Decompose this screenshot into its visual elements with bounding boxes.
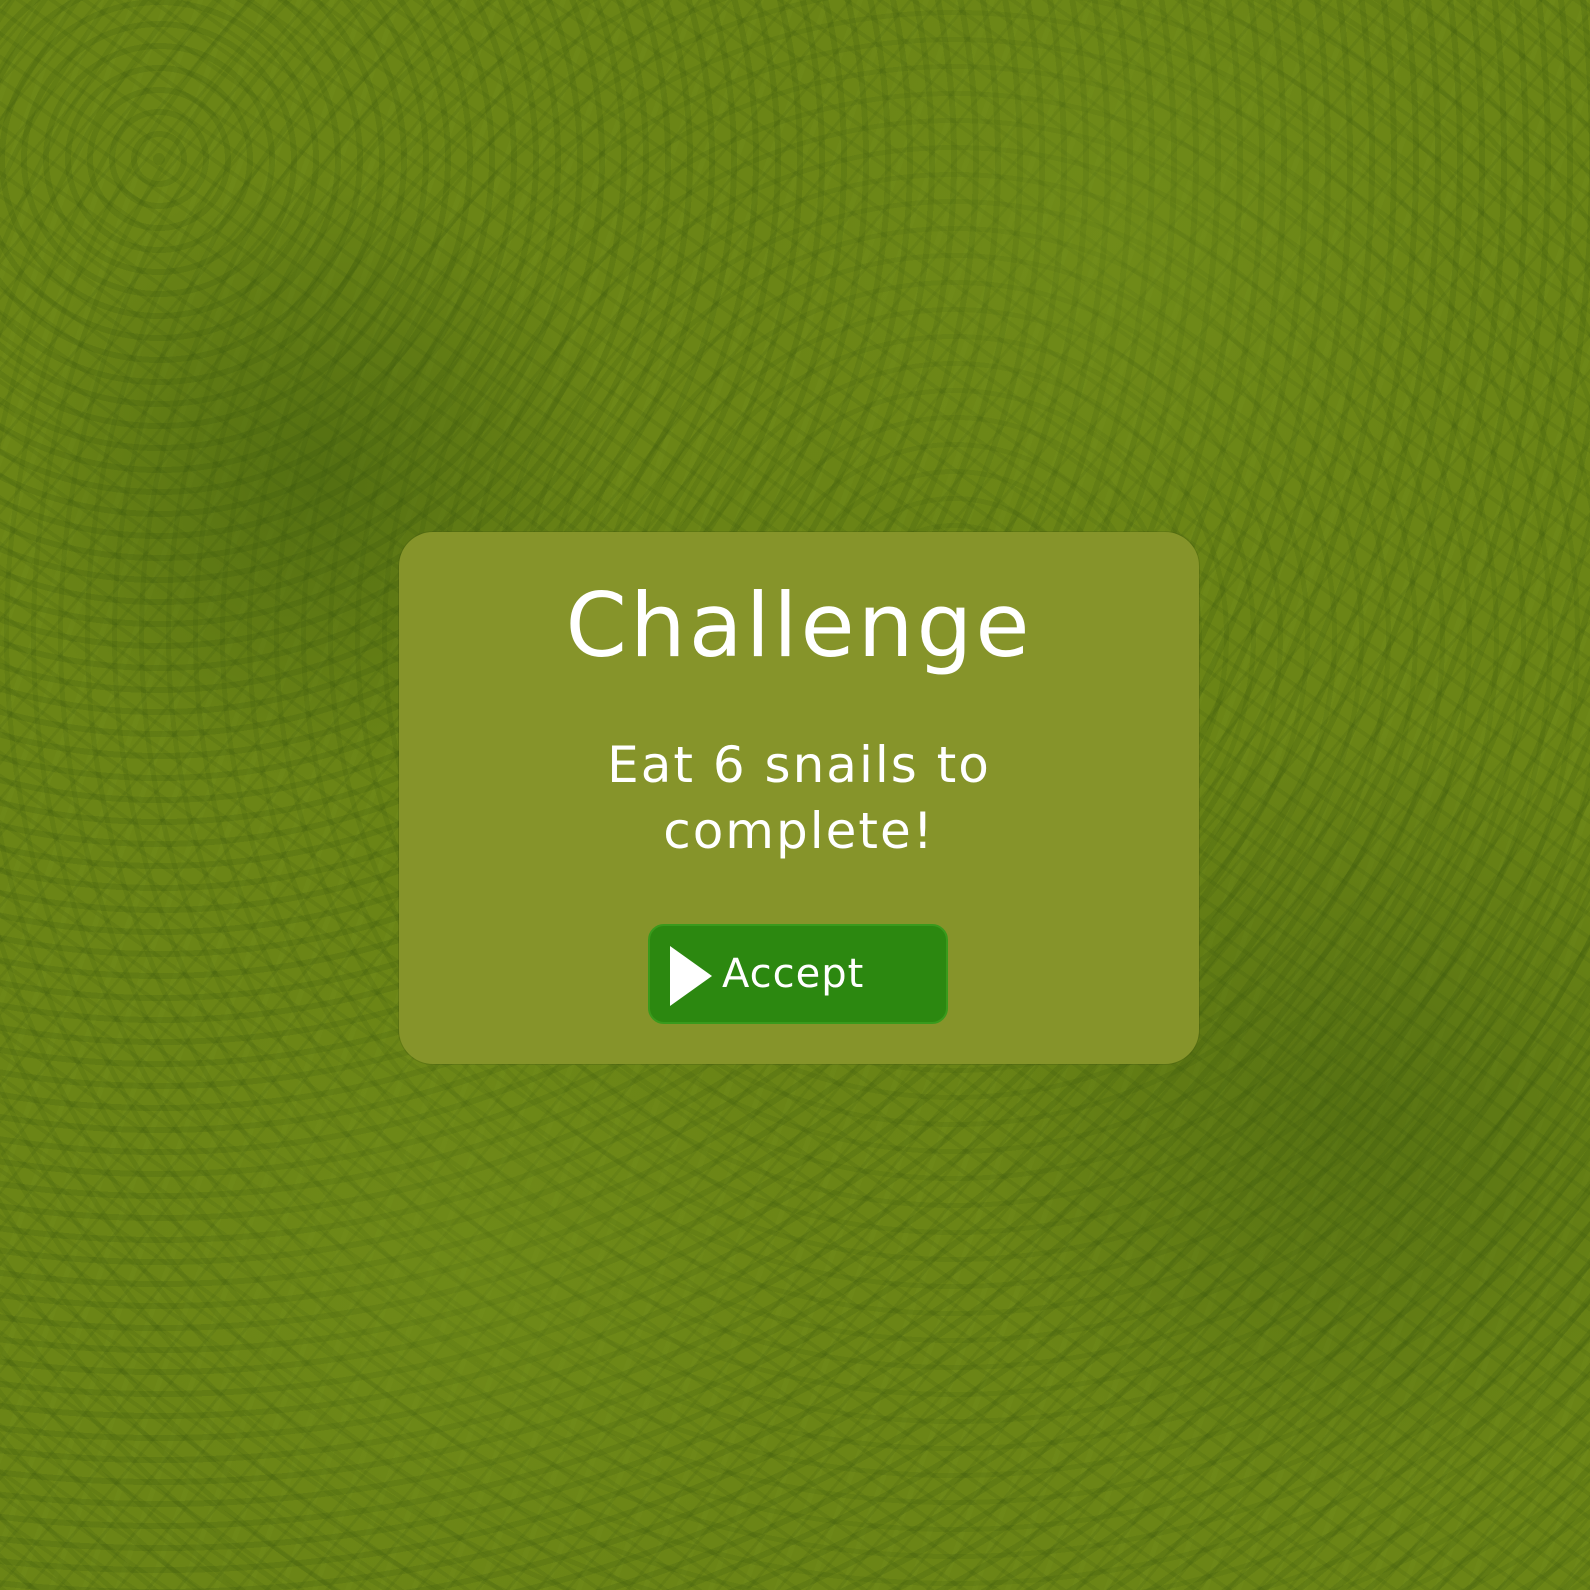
accept-button[interactable]: Accept [648, 924, 948, 1024]
challenge-dialog: Challenge Eat 6 snails to complete! Acce… [399, 532, 1199, 1064]
dialog-title: Challenge [565, 574, 1033, 677]
play-icon [670, 946, 712, 1006]
accept-button-label: Accept [722, 951, 865, 997]
challenge-message: Eat 6 snails to complete! [607, 736, 991, 860]
